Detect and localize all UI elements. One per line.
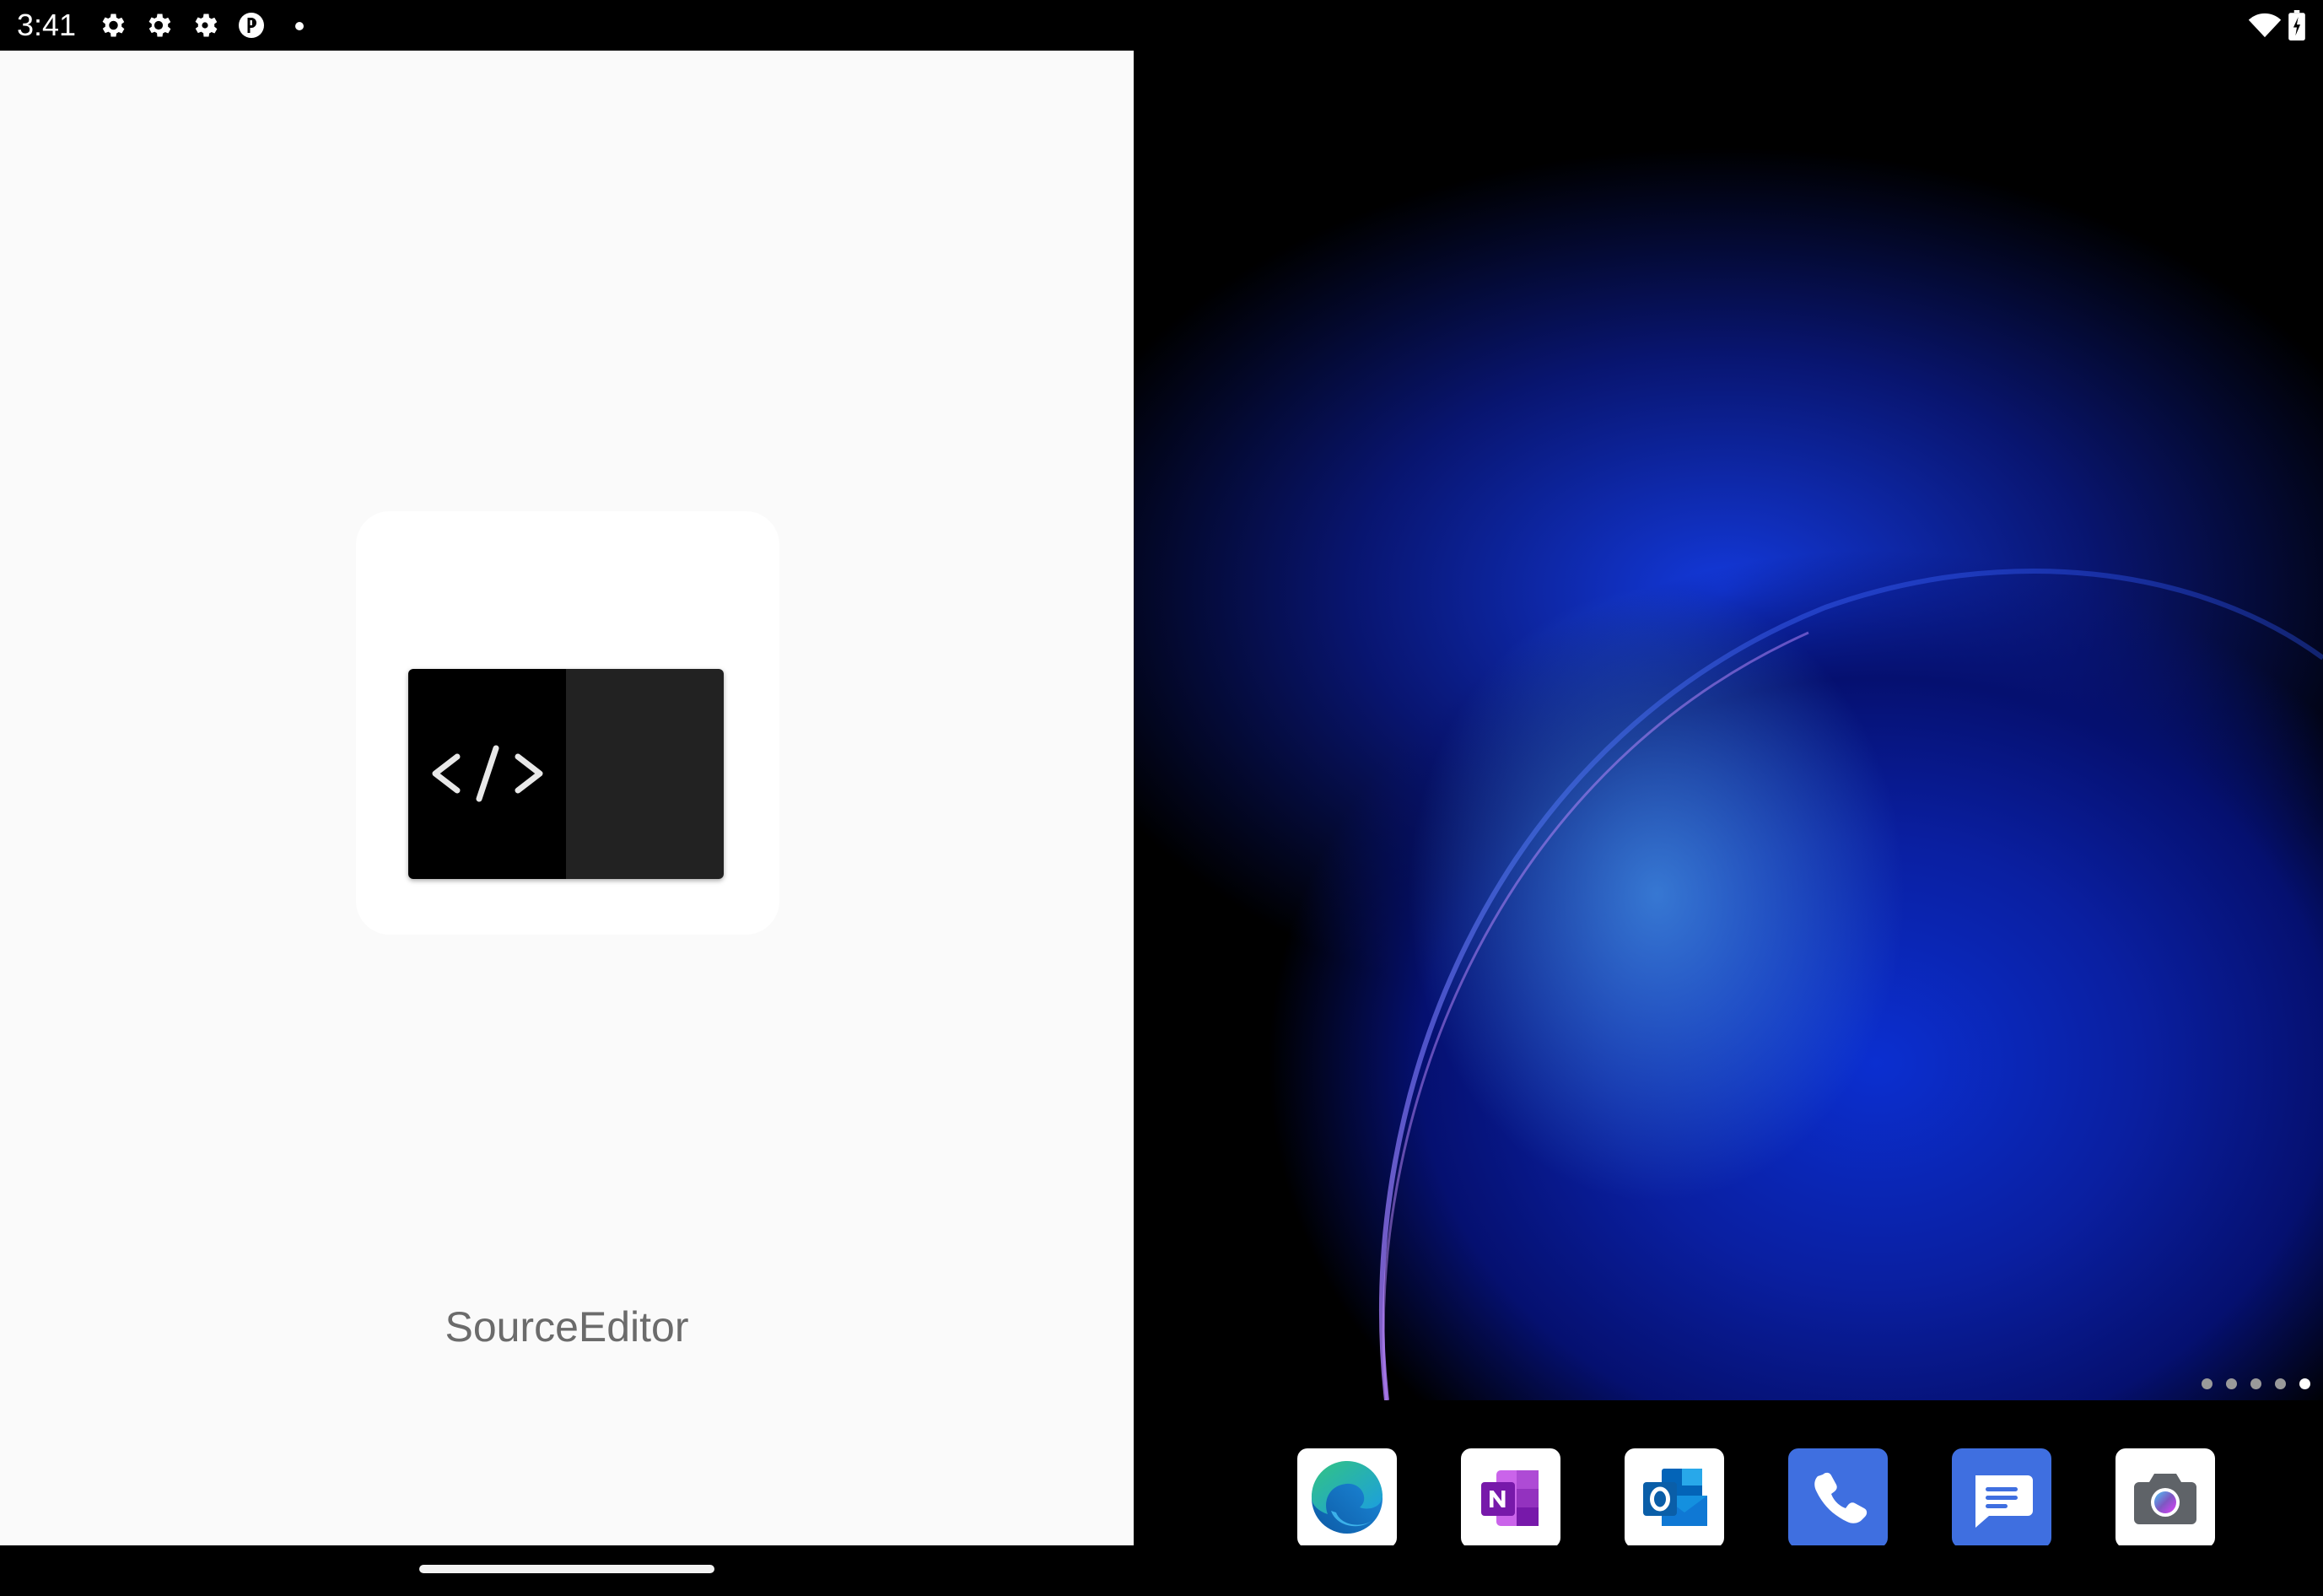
edge-icon[interactable] xyxy=(1297,1448,1397,1548)
onenote-icon[interactable] xyxy=(1461,1448,1560,1548)
page-dot-active[interactable] xyxy=(2299,1378,2310,1389)
outlook-icon[interactable] xyxy=(1625,1448,1724,1548)
code-editor-icon xyxy=(408,669,724,879)
status-clock: 3:41 xyxy=(17,8,77,42)
camera-icon[interactable] xyxy=(2115,1448,2215,1548)
status-bar: 3:41 xyxy=(0,0,2323,51)
code-editor-icon-panel-half xyxy=(566,669,724,879)
wallpaper-planet-arc xyxy=(1379,568,2323,1401)
page-dot[interactable] xyxy=(2275,1378,2286,1389)
settings-gear-icon xyxy=(148,13,171,37)
home-screen-wallpaper[interactable] xyxy=(1134,51,2323,1545)
app-notification-icon xyxy=(239,13,264,38)
code-brackets-icon xyxy=(432,745,543,802)
home-gesture-handle[interactable] xyxy=(419,1565,714,1573)
navigation-bar xyxy=(0,1545,2323,1596)
page-dot[interactable] xyxy=(2202,1378,2213,1389)
wifi-icon xyxy=(2248,13,2282,38)
page-dot[interactable] xyxy=(2250,1378,2261,1389)
phone-icon[interactable] xyxy=(1788,1448,1888,1548)
messages-icon[interactable] xyxy=(1952,1448,2051,1548)
settings-gear-icon xyxy=(102,13,125,37)
splash-app-name: SourceEditor xyxy=(445,1303,689,1351)
page-dot[interactable] xyxy=(2226,1378,2237,1389)
battery-icon xyxy=(2288,10,2305,40)
notification-dot-icon xyxy=(295,22,304,30)
settings-cog-icon xyxy=(195,13,218,37)
